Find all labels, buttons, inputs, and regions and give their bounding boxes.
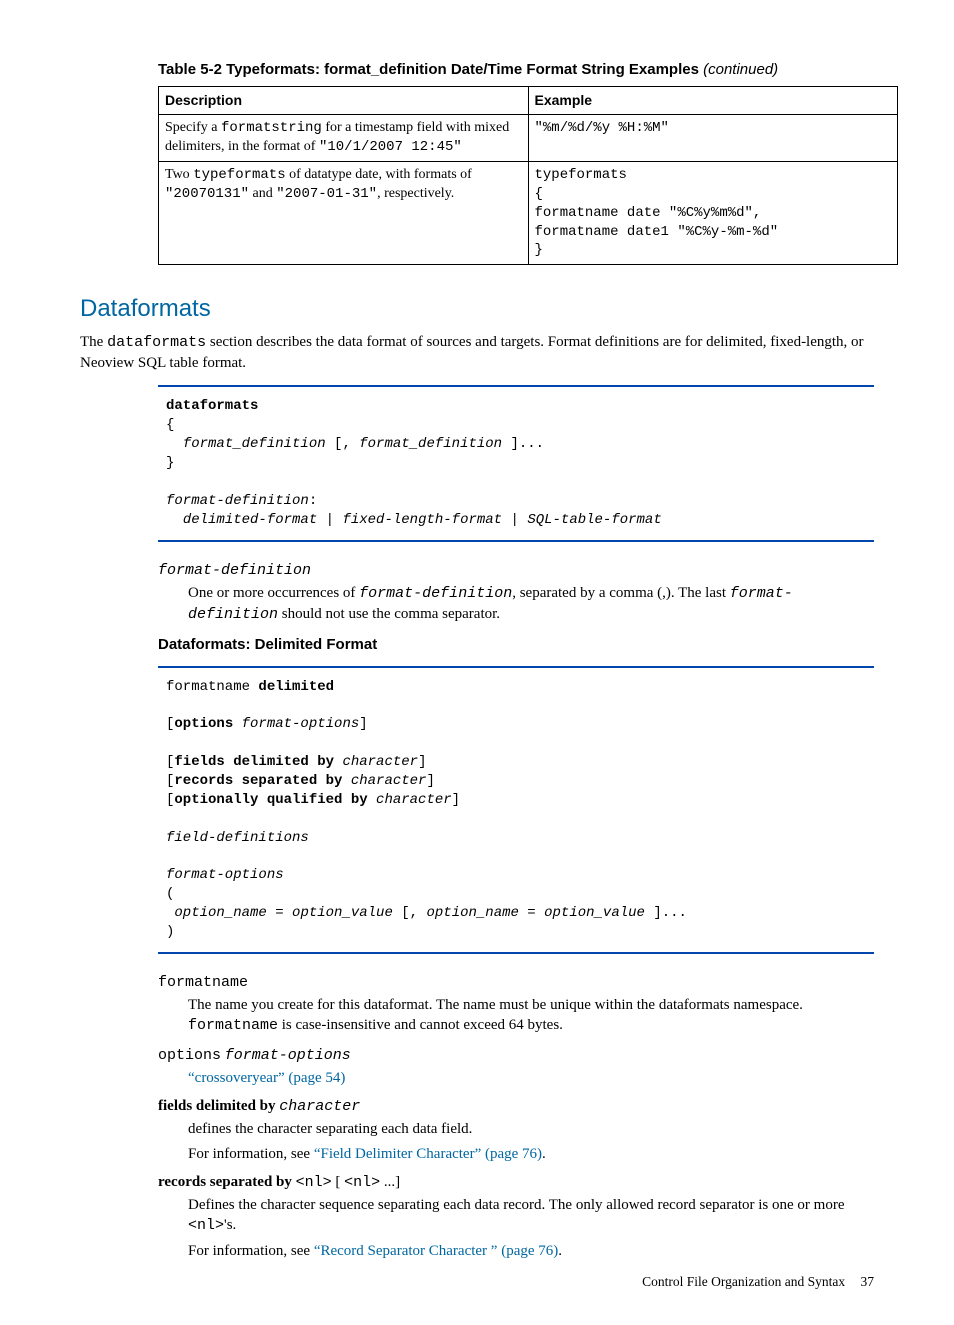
def-options: “crossoveryear” (page 54) [188,1068,874,1088]
table-caption-text: Table 5-2 Typeformats: format_definition… [158,61,699,78]
page-footer: Control File Organization and Syntax 37 [642,1273,874,1291]
footer-title: Control File Organization and Syntax [642,1274,845,1289]
cell-example: typeformats { formatname date "%C%y%m%d"… [528,161,898,264]
link-record-separator-character[interactable]: “Record Separator Character ” (page 76) [314,1243,558,1259]
term-formatname: formatname [158,972,874,993]
cell-description: Two typeformats of datatype date, with f… [159,161,529,264]
cell-description: Specify a formatstring for a timestamp f… [159,115,529,162]
def-records-separated-by-a: Defines the character sequence separatin… [188,1195,874,1237]
table-caption: Table 5-2 Typeformats: format_definition… [158,60,874,80]
th-example: Example [528,87,898,115]
table-caption-continued: (continued) [703,61,778,78]
def-records-separated-by-b: For information, see “Record Separator C… [188,1241,874,1261]
def-formatname: The name you create for this dataformat.… [188,995,874,1037]
cell-example: "%m/%d/%y %H:%M" [528,115,898,162]
def-fields-delimited-by-b: For information, see “Field Delimiter Ch… [188,1144,874,1164]
table-header-row: Description Example [159,87,898,115]
typeformats-examples-table: Description Example Specify a formatstri… [158,86,898,265]
page-number: 37 [861,1274,875,1289]
link-field-delimiter-character[interactable]: “Field Delimiter Character” (page 76) [314,1146,542,1162]
link-crossoveryear[interactable]: “crossoveryear” (page 54) [188,1070,345,1086]
term-records-separated-by: records separated by <nl> [ <nl> ...] [158,1172,874,1193]
syntax-box-dataformats: dataformats { format_definition [, forma… [158,385,874,541]
term-format-definition: format-definition [158,560,874,581]
section-heading-dataformats: Dataformats [80,293,874,325]
subheading-delimited-format: Dataformats: Delimited Format [158,635,874,655]
dataformats-intro: The dataformats section describes the da… [80,332,874,374]
table-row: Two typeformats of datatype date, with f… [159,161,898,264]
term-options: options format-options [158,1045,874,1066]
def-fields-delimited-by-a: defines the character separating each da… [188,1119,874,1139]
table-row: Specify a formatstring for a timestamp f… [159,115,898,162]
syntax-box-delimited: formatname delimited [options format-opt… [158,666,874,954]
term-fields-delimited-by: fields delimited by character [158,1096,874,1117]
th-description: Description [159,87,529,115]
def-format-definition: One or more occurrences of format-defini… [188,583,874,626]
